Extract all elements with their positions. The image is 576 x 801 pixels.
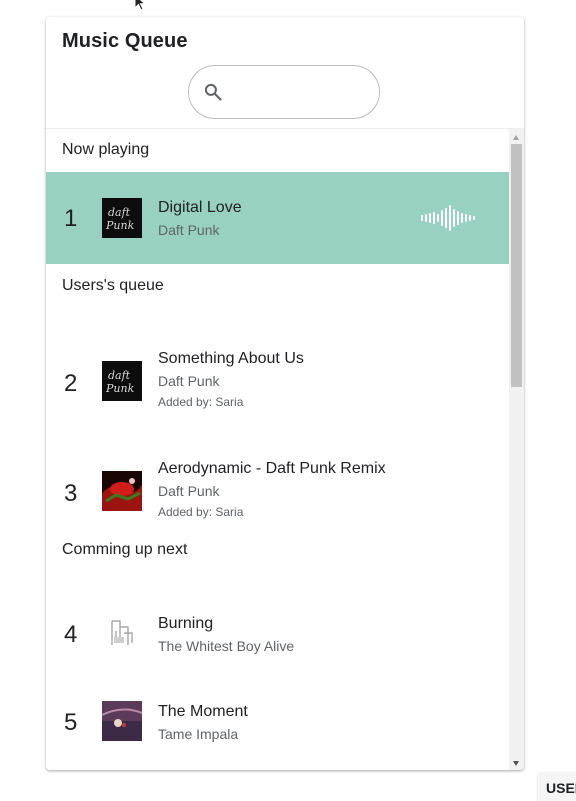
svg-text:daft: daft <box>108 369 131 382</box>
search-icon <box>204 83 222 101</box>
track-number: 4 <box>64 621 78 648</box>
track-title: Digital Love <box>158 199 242 216</box>
queue-item[interactable]: 2 daft Punk Something About Us Daft Punk… <box>46 317 509 423</box>
svg-text:Punk: Punk <box>105 219 135 232</box>
audio-wave-icon <box>421 205 475 231</box>
track-title: Aerodynamic - Daft Punk Remix <box>158 460 386 477</box>
music-queue-card: Music Queue Now playing 1 daft Punk Digi… <box>46 17 524 770</box>
scroll-up-arrow-icon[interactable] <box>513 135 519 140</box>
queue-item[interactable]: 4 Burning The Whitest Boy Alive <box>46 579 509 667</box>
track-artist: Daft Punk <box>158 483 220 499</box>
queue-list: Now playing 1 daft Punk Digital Love Daf… <box>46 129 509 770</box>
page-title: Music Queue <box>62 30 188 52</box>
track-title: Something About Us <box>158 350 304 367</box>
scroll-down-arrow-icon[interactable] <box>513 761 519 766</box>
album-art-daft-punk: daft Punk <box>102 361 142 401</box>
track-artist: Tame Impala <box>158 726 239 742</box>
album-art-aerodynamic <box>102 471 142 511</box>
mouse-cursor-icon <box>134 0 147 11</box>
svg-text:daft: daft <box>108 206 131 219</box>
album-art-the-moment <box>102 701 142 741</box>
svg-text:Punk: Punk <box>105 382 135 395</box>
queue-item-now-playing[interactable]: 1 daft Punk Digital Love Daft Punk <box>46 172 509 264</box>
added-by-label: Added by: Saria <box>158 505 244 519</box>
search-input[interactable] <box>233 78 369 108</box>
track-artist: The Whitest Boy Alive <box>158 638 295 654</box>
track-number: 2 <box>64 370 78 397</box>
track-artist: Daft Punk <box>158 373 220 389</box>
album-art-burning <box>102 613 142 653</box>
track-number: 1 <box>64 205 78 232</box>
track-artist: Daft Punk <box>158 222 220 238</box>
now-playing-heading: Now playing <box>62 141 150 158</box>
track-title: Burning <box>158 615 214 632</box>
track-number: 5 <box>64 709 78 736</box>
added-by-label: Added by: Saria <box>158 395 244 409</box>
queue-item[interactable]: 3 Aerodynamic - Daft Punk Remix Daft Pun… <box>46 427 509 533</box>
card-header: Music Queue <box>46 17 524 129</box>
scrollbar[interactable] <box>509 129 524 770</box>
track-number: 3 <box>64 480 78 507</box>
queue-item[interactable]: 5 The Moment Tame Impala <box>46 667 509 755</box>
up-next-heading: Comming up next <box>62 541 188 558</box>
user-button-label: USER <box>546 780 576 796</box>
scrollbar-thumb[interactable] <box>511 144 522 387</box>
track-title: The Moment <box>158 703 248 720</box>
user-queue-heading: Users's queue <box>62 277 164 294</box>
search-box[interactable] <box>188 65 380 119</box>
user-button[interactable]: USER <box>538 772 576 801</box>
album-art-daft-punk: daft Punk <box>102 198 142 238</box>
